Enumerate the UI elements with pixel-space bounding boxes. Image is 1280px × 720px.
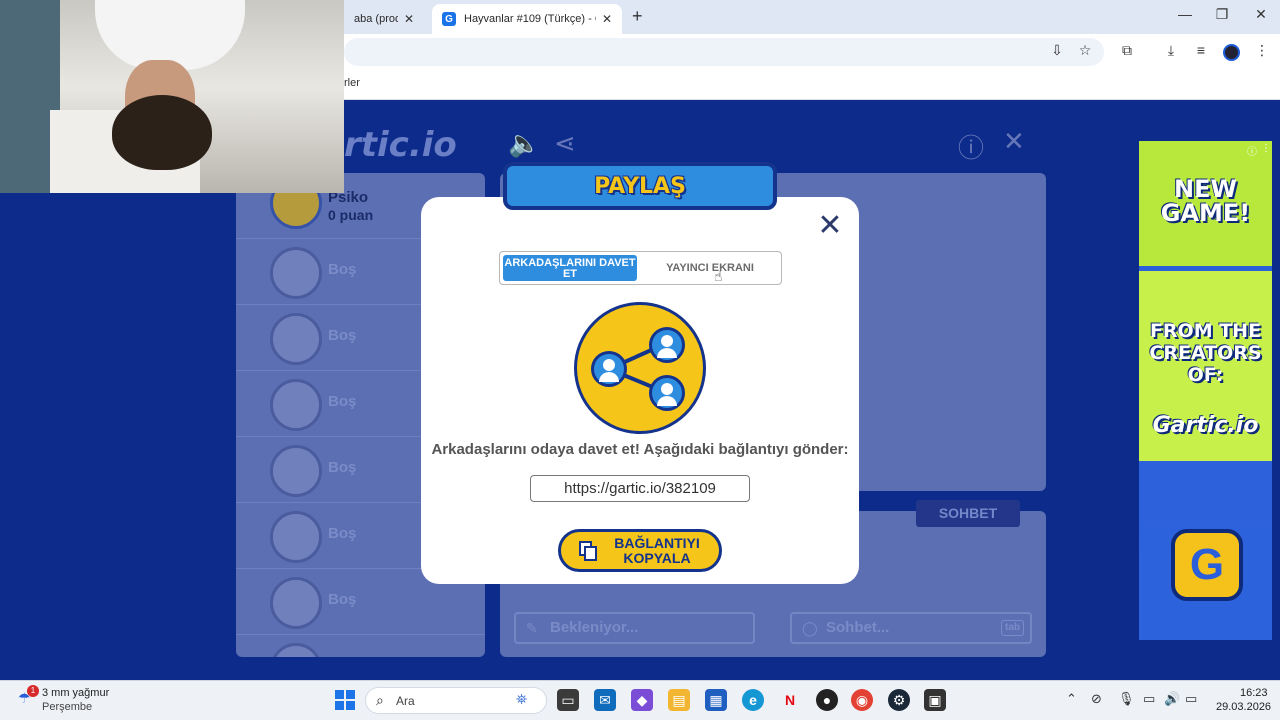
modal-title: PAYLAŞ [594,173,686,199]
volume-icon[interactable]: 🔊 [1164,691,1180,707]
close-icon[interactable]: ✕ [816,211,844,241]
pencil-icon: ✎ [526,620,538,636]
user-node-icon [591,351,627,387]
outlook-icon[interactable]: ✉ [594,689,616,711]
copy-link-button[interactable]: BAĞLANTIYI KOPYALA [558,529,722,572]
chat-bubble-icon: ◯ [802,620,818,636]
media-control-icon[interactable]: ≡ [1191,42,1211,58]
steam-icon[interactable]: ⚙ [888,689,910,711]
gartic-favicon-icon: G [442,12,456,26]
minimize-icon[interactable]: — [1175,6,1195,22]
task-view-icon[interactable]: ▭ [557,689,579,711]
player-name: Boş [328,261,357,278]
tab-key-hint: tab [1001,620,1024,636]
ad-brand: Gartic.io [1152,413,1259,438]
sound-icon[interactable]: 🔈 [508,128,540,159]
battery-icon[interactable]: ▭ [1185,691,1197,707]
webcam-overlay [0,0,344,193]
start-button-icon[interactable] [335,690,355,710]
weather-condition[interactable]: 3 mm yağmur [42,687,109,699]
discord-app-icon[interactable]: ● [816,689,838,711]
answer-placeholder: Bekleniyor... [550,619,639,636]
player-name: Boş [328,393,357,410]
weather-day: Perşembe [42,701,93,713]
invite-link-field[interactable]: https://gartic.io/382109 [530,475,750,502]
lighthouse-icon: ⛯ [516,691,528,707]
edge-icon[interactable]: e [742,689,764,711]
tab-invite-friends[interactable]: ARKADAŞLARINI DAVET ET [503,255,637,281]
store-icon[interactable]: ▦ [705,689,727,711]
m365-icon[interactable]: ◆ [631,689,653,711]
ad-info-icon[interactable]: ⓘ [1247,143,1257,158]
tab-title: Hayvanlar #109 (Türkçe) - Gartic [464,13,596,25]
avatar [270,313,322,365]
profile-avatar-icon[interactable] [1223,44,1240,61]
clock-date[interactable]: 29.03.2026 [1216,701,1271,713]
copy-icon [579,541,597,561]
player-name: Boş [328,525,357,542]
player-name: Boş [328,591,357,608]
player-row [236,635,485,657]
downloads-icon[interactable]: ⤓ [1161,42,1181,59]
ad-subline: FROM THE CREATORS OF: [1149,320,1262,386]
bookmark-item[interactable]: rler [344,77,360,89]
extensions-icon[interactable]: ⧉ [1117,42,1137,59]
clock-time[interactable]: 16:23 [1240,687,1268,699]
tab-active[interactable]: G Hayvanlar #109 (Türkçe) - Gartic ✕ [432,4,622,34]
invite-text: Arkadaşlarını odaya davet et! Aşağıdaki … [431,441,849,458]
advertisement[interactable]: NEW GAME! FROM THE CREATORS OF: Gartic.i… [1139,141,1272,640]
menu-dots-icon[interactable]: ⋮ [1252,42,1272,59]
share-mode-toggle: ARKADAŞLARINI DAVET ET YAYINCI EKRANI [499,251,782,285]
file-explorer-icon[interactable]: ▤ [668,689,690,711]
display-icon[interactable]: ▭ [1143,691,1155,707]
user-node-icon [649,327,685,363]
network-off-icon[interactable]: ⊘ [1091,691,1102,707]
avatar [270,445,322,497]
copy-link-label: BAĞLANTIYI KOPYALA [614,535,700,566]
microphone-icon[interactable]: 🎙 [1118,691,1135,707]
player-name: Boş [328,327,357,344]
ad-menu-icon[interactable]: ⋮ [1261,143,1271,154]
netflix-icon[interactable]: N [779,689,801,711]
chat-input[interactable]: ◯ Sohbet... tab [790,612,1032,644]
search-icon: ⌕ [376,692,384,708]
maximize-icon[interactable]: ❐ [1212,6,1232,23]
app-icon[interactable]: ▣ [924,689,946,711]
ad-headline: NEW GAME! [1160,175,1251,227]
search-placeholder: Ara [396,694,415,708]
close-game-icon[interactable]: ✕ [1003,126,1025,157]
install-app-icon[interactable]: ⇩ [1047,42,1067,59]
user-node-icon [649,375,685,411]
modal-ribbon: PAYLAŞ [503,158,777,214]
new-tab-icon[interactable]: + [632,6,643,27]
avatar [270,643,322,657]
tray-chevron-icon[interactable]: ⌃ [1066,691,1077,707]
notification-badge: 1 [27,685,39,697]
close-window-icon[interactable]: ✕ [1251,6,1271,23]
tab-inactive[interactable]: aba (prod. R ✕ [344,4,424,34]
share-network-icon [574,302,706,434]
chrome-icon[interactable]: ◉ [851,689,873,711]
hand-cursor-icon: ☝ [714,268,723,284]
chat-placeholder: Sohbet... [826,619,890,636]
answer-input[interactable]: ✎ Bekleniyor... [514,612,755,644]
ad-g-logo: G [1171,529,1243,601]
avatar [270,379,322,431]
avatar [270,577,322,629]
gartic-logo: rtic.io [344,125,457,165]
player-name: Boş [328,459,357,476]
address-bar[interactable] [344,38,1104,66]
tab-chat[interactable]: SOHBET [916,500,1020,527]
avatar [270,247,322,299]
taskbar-search[interactable]: ⌕ Ara ⛯ [365,687,547,714]
tab-title: aba (prod. R [354,13,398,25]
tab-streamer-screen[interactable]: YAYINCI EKRANI [640,255,780,281]
player-points: 0 puan [328,207,374,223]
info-icon[interactable]: ⓘ [958,128,984,165]
bookmark-star-icon[interactable]: ☆ [1075,42,1095,59]
avatar [270,511,322,563]
share-icon[interactable]: ⋖ [554,128,576,159]
tab-close-icon[interactable]: ✕ [404,12,414,26]
tab-close-icon[interactable]: ✕ [602,12,612,26]
